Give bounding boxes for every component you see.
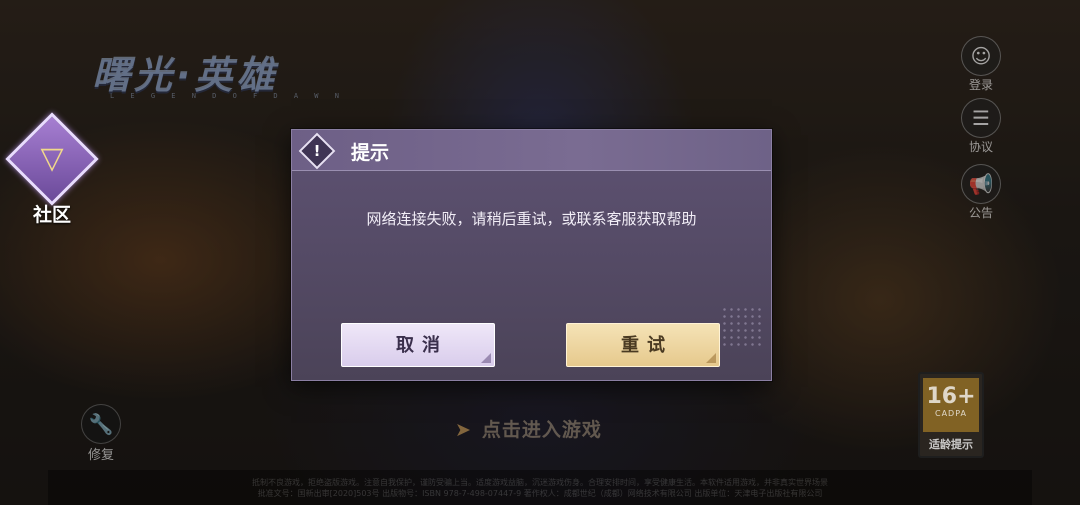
retry-button[interactable]: 重试 [566, 323, 720, 367]
community-icon: ▽ [5, 112, 99, 206]
announcement-label: 公告 [968, 206, 993, 220]
agreement-button[interactable]: ☰ 协议 [958, 98, 1004, 155]
dialog-header: ! 提示 [292, 130, 771, 171]
enter-game-button[interactable]: ➤ 点击进入游戏 [455, 415, 602, 442]
repair-button[interactable]: 🔧 修复 [78, 404, 124, 463]
footer-line: 批准文号：国新出审[2020]503号 出版物号：ISBN 978-7-498-… [257, 489, 823, 498]
announcement-button[interactable]: 📢 公告 [958, 164, 1004, 221]
age-rating-org: CADPA [934, 409, 967, 418]
agreement-label: 协议 [968, 140, 993, 154]
alert-dialog: ! 提示 网络连接失败，请稍后重试，或联系客服获取帮助 取消 重试 [291, 129, 772, 381]
legal-footer: 抵制不良游戏，拒绝盗版游戏。注意自我保护，谨防受骗上当。适度游戏益脑，沉迷游戏伤… [48, 470, 1032, 505]
user-icon: ☺ [961, 36, 1001, 76]
cancel-button[interactable]: 取消 [341, 323, 495, 367]
login-button[interactable]: ☺ 登录 [958, 36, 1004, 93]
document-icon: ☰ [961, 98, 1001, 138]
age-rating-number: 16+ [926, 384, 976, 409]
game-logo: 曙光·英雄 [92, 53, 279, 97]
enter-game-label: 点击进入游戏 [481, 419, 602, 441]
decorative-dots [721, 306, 765, 350]
dialog-message: 网络连接失败，请稍后重试，或联系客服获取帮助 [366, 210, 697, 228]
arrow-right-icon: ➤ [455, 419, 472, 441]
community-button[interactable]: ▽ 社区 [4, 112, 100, 227]
age-rating-badge[interactable]: 16+ CADPA 适龄提示 [918, 372, 984, 458]
repair-label: 修复 [87, 448, 114, 463]
login-label: 登录 [968, 78, 993, 92]
wrench-icon: 🔧 [81, 404, 121, 444]
game-logo-subtitle: L E G E N D O F D A W N [110, 92, 345, 100]
dialog-title: 提示 [351, 142, 390, 164]
megaphone-icon: 📢 [961, 164, 1001, 204]
warning-icon: ! [298, 132, 336, 170]
footer-line: 抵制不良游戏，拒绝盗版游戏。注意自我保护，谨防受骗上当。适度游戏益脑，沉迷游戏伤… [252, 478, 828, 487]
age-rating-label: 适龄提示 [929, 438, 973, 451]
